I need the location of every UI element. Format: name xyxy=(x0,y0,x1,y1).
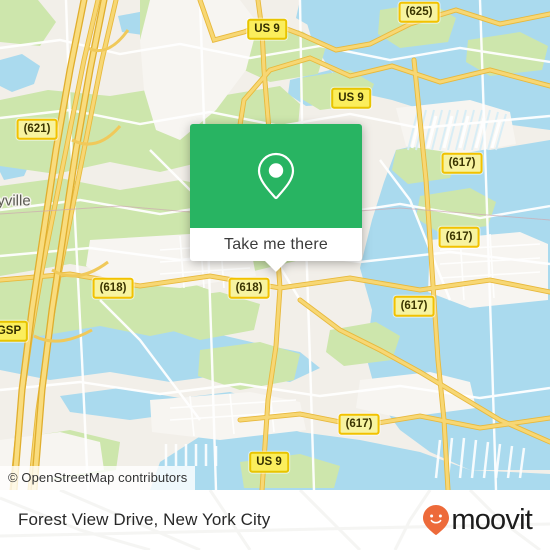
location-popup-card[interactable]: Take me there xyxy=(190,124,362,272)
shield-617-upper: (617) xyxy=(438,226,480,248)
moovit-wordmark: moovit xyxy=(451,503,532,536)
shield-us-9-bottom: US 9 xyxy=(249,451,289,473)
shield-617-top: (617) xyxy=(441,152,483,174)
moovit-pin-icon xyxy=(423,505,450,535)
moovit-brand[interactable]: moovit xyxy=(423,503,533,536)
shield-gsp: GSP xyxy=(0,320,29,342)
take-me-there-label: Take me there xyxy=(224,235,328,253)
shield-617-mid: (617) xyxy=(393,295,435,317)
shield-us-9-top: US 9 xyxy=(247,18,287,40)
popup-pin-panel[interactable] xyxy=(190,124,362,228)
bottom-info-bar: Forest View Drive, New York City moovit xyxy=(0,490,550,550)
place-label-yville: yville xyxy=(0,192,31,210)
bottombar-content: Forest View Drive, New York City moovit xyxy=(0,490,550,550)
screenshot-root: US 9 (625) US 9 (621) (617) (617) (618) (618) (6… xyxy=(0,0,550,550)
take-me-there-button[interactable]: Take me there xyxy=(190,228,362,272)
shield-618-left: (618) xyxy=(92,277,134,299)
location-title: Forest View Drive, New York City xyxy=(18,510,271,529)
map-pin-icon xyxy=(257,152,295,200)
shield-617-low: (617) xyxy=(338,413,380,435)
osm-attribution[interactable]: © OpenStreetMap contributors xyxy=(0,466,196,490)
shield-618-mid: (618) xyxy=(228,277,270,299)
shield-621: (621) xyxy=(16,118,58,140)
popup-tail xyxy=(265,261,287,272)
shield-625: (625) xyxy=(398,1,440,23)
shield-us-9-right: US 9 xyxy=(331,87,371,109)
